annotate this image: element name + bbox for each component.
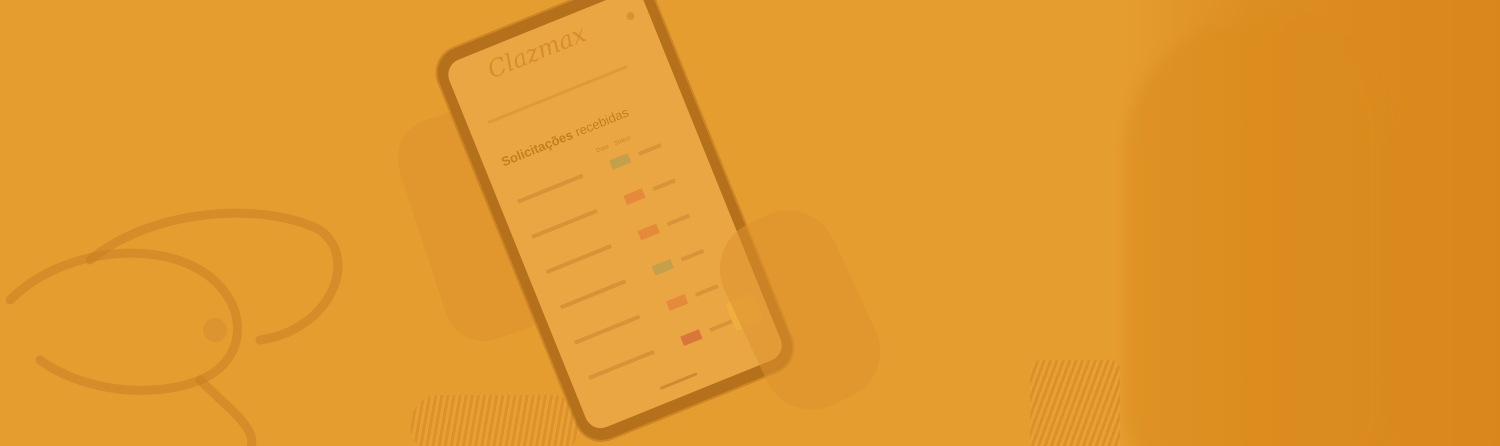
list-item[interactable]	[545, 201, 716, 280]
status-badge	[609, 153, 632, 170]
home-indicator	[659, 372, 698, 390]
list-item-text	[574, 314, 641, 345]
status-badge	[680, 329, 703, 347]
column-headers: Data Status	[596, 135, 632, 154]
status-text	[694, 284, 719, 297]
list-item-text	[559, 279, 627, 310]
list-item[interactable]	[559, 236, 730, 315]
status-text	[709, 319, 733, 333]
status-badge	[651, 258, 675, 276]
gear-icon	[625, 10, 636, 22]
blurred-person	[1125, 20, 1385, 446]
status-badge	[666, 294, 689, 311]
status-text	[666, 213, 691, 227]
list-item-text	[517, 173, 584, 204]
hero-banner: Clazmax Solicitações recebidas Data Stat…	[0, 0, 1500, 446]
list-item[interactable]	[573, 272, 744, 351]
status-badge	[623, 188, 646, 206]
status-badge	[637, 223, 660, 241]
status-text	[638, 143, 662, 156]
status-text	[680, 248, 705, 262]
list-item-text	[545, 244, 612, 275]
list-item-text	[531, 208, 598, 239]
phone-screen: Clazmax Solicitações recebidas Data Stat…	[443, 0, 787, 433]
app-logo: Clazmax	[483, 19, 591, 85]
list-item[interactable]	[531, 166, 702, 245]
column-header: Data	[595, 144, 610, 155]
list-item-text	[588, 349, 655, 380]
heading-bold: Solicitações	[499, 127, 576, 170]
column-header: Status	[613, 135, 632, 148]
status-text	[652, 178, 676, 192]
heading-rest: recebidas	[572, 104, 631, 140]
sleeve-cuff	[1030, 360, 1120, 446]
sleeve	[410, 395, 580, 446]
